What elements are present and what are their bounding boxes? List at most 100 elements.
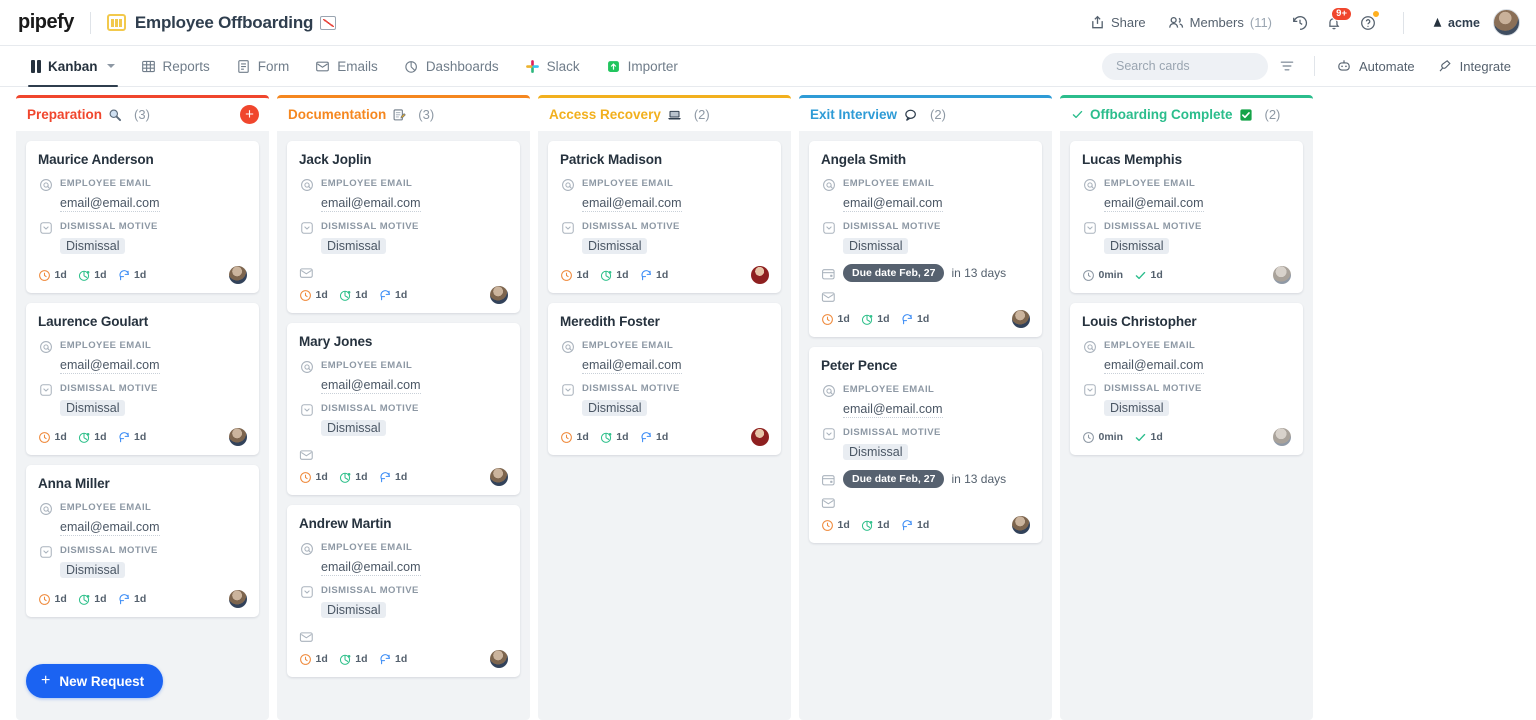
employee-email-value[interactable]: email@email.com [582,196,682,212]
card-metric-value: 1d [395,471,408,483]
dismissal-motive-value[interactable]: Dismissal [60,238,126,254]
card-email-icon[interactable] [299,629,314,644]
column-title[interactable]: Preparation (3) [27,107,150,122]
card-metric: 1d [299,289,328,302]
kanban-card[interactable]: Mary Jones EMPLOYEE EMAIL email@email.co… [287,323,520,495]
kanban-card[interactable]: Maurice Anderson EMPLOYEE EMAIL email@em… [26,141,259,293]
employee-email-value[interactable]: email@email.com [60,520,160,536]
dismissal-motive-value[interactable]: Dismissal [843,238,909,254]
card-assignee-avatar[interactable] [1012,310,1030,328]
card-assignee-avatar[interactable] [1012,516,1030,534]
card-email-icon[interactable] [299,447,314,462]
kanban-card[interactable]: Jack Joplin EMPLOYEE EMAIL email@email.c… [287,141,520,313]
tab-slack[interactable]: Slack [512,46,593,86]
card-assignee-avatar[interactable] [229,266,247,284]
tab-emails[interactable]: Emails [302,46,391,86]
kanban-card[interactable]: Andrew Martin EMPLOYEE EMAIL email@email… [287,505,520,677]
speech-balloon-icon [905,109,916,121]
card-assignee-avatar[interactable] [1273,266,1291,284]
calendar-icon-wrap [821,472,836,487]
kanban-card[interactable]: Louis Christopher EMPLOYEE EMAIL email@e… [1070,303,1303,455]
dropdown-field-icon [822,427,835,440]
employee-email-value[interactable]: email@email.com [321,378,421,394]
employee-email-value[interactable]: email@email.com [321,196,421,212]
due-date-pill: Due date Feb, 27 [843,470,945,488]
kanban-card[interactable]: Angela Smith EMPLOYEE EMAIL email@email.… [809,141,1042,337]
history-button[interactable] [1285,8,1315,38]
column-title[interactable]: Access Recovery (2) [549,107,710,122]
add-card-button[interactable]: + [240,105,259,124]
dismissal-motive-value[interactable]: Dismissal [843,444,909,460]
dismissal-motive-value[interactable]: Dismissal [582,238,648,254]
filter-button[interactable] [1272,51,1302,81]
employee-email-value[interactable]: email@email.com [1104,358,1204,374]
card-assignee-avatar[interactable] [490,468,508,486]
at-sign-icon [561,340,574,353]
chevron-down-icon[interactable] [106,64,115,68]
members-button[interactable]: Members (11) [1159,9,1281,36]
tab-dashboards-label: Dashboards [425,58,499,74]
employee-email-value[interactable]: email@email.com [321,560,421,576]
kanban-board-icon [106,14,126,31]
tab-form[interactable]: Form [223,46,303,86]
card-email-icon[interactable] [821,495,836,510]
employee-email-value[interactable]: email@email.com [60,196,160,212]
dismissal-motive-value[interactable]: Dismissal [1104,400,1170,416]
search-input[interactable] [1116,59,1278,73]
kanban-card[interactable]: Patrick Madison EMPLOYEE EMAIL email@ema… [548,141,781,293]
dismissal-motive-value[interactable]: Dismissal [582,400,648,416]
card-email-icon[interactable] [299,265,314,280]
kanban-card[interactable]: Meredith Foster EMPLOYEE EMAIL email@ema… [548,303,781,455]
magnifying-glass-icon [109,109,122,121]
notifications-button[interactable]: 9+ [1319,6,1353,38]
employee-email-value[interactable]: email@email.com [843,196,943,212]
card-metric: 1d [38,269,67,282]
card-assignee-avatar[interactable] [751,266,769,284]
card-assignee-avatar[interactable] [229,428,247,446]
kanban-card[interactable]: Lucas Memphis EMPLOYEE EMAIL email@email… [1070,141,1303,293]
dismissal-motive-value[interactable]: Dismissal [60,400,126,416]
employee-email-field: EMPLOYEE EMAIL [38,176,247,192]
new-request-button[interactable]: + New Request [26,664,164,698]
dismissal-motive-field: DISMISSAL MOTIVE [38,543,247,559]
card-assignee-avatar[interactable] [229,590,247,608]
integrate-button[interactable]: Integrate [1428,53,1520,79]
card-assignee-avatar[interactable] [1273,428,1291,446]
dismissal-motive-value[interactable]: Dismissal [321,602,387,618]
column-title[interactable]: Exit Interview (2) [810,107,946,122]
dismissal-motive-value[interactable]: Dismissal [321,238,387,254]
organization-menu[interactable]: acme [1432,16,1480,30]
kanban-card[interactable]: Laurence Goulart EMPLOYEE EMAIL email@em… [26,303,259,455]
card-email-icon[interactable] [821,289,836,304]
column-header: Offboarding Complete (2) [1060,95,1313,131]
column-title[interactable]: Offboarding Complete (2) [1071,107,1280,122]
pipefy-logo[interactable]: pipefy [18,11,74,34]
card-assignee-avatar[interactable] [751,428,769,446]
card-assignee-avatar[interactable] [490,286,508,304]
help-button[interactable] [1353,8,1383,38]
tab-importer[interactable]: Importer [593,46,691,86]
pie-clock-icon [78,432,90,443]
dropdown-icon-wrap [1082,382,1097,397]
automate-button[interactable]: Automate [1327,53,1424,79]
tab-dashboards[interactable]: Dashboards [391,46,512,86]
avatar[interactable] [1493,9,1520,36]
dismissal-motive-field: DISMISSAL MOTIVE [821,219,1030,235]
card-title: Lucas Memphis [1082,152,1182,167]
share-button[interactable]: Share [1081,9,1155,36]
search-cards[interactable] [1102,52,1278,80]
page-title[interactable]: Employee Offboarding [135,13,337,33]
employee-email-value[interactable]: email@email.com [1104,196,1204,212]
employee-email-value[interactable]: email@email.com [60,358,160,374]
card-assignee-avatar[interactable] [490,650,508,668]
tab-kanban[interactable]: Kanban [18,46,128,87]
employee-email-value[interactable]: email@email.com [582,358,682,374]
employee-email-value[interactable]: email@email.com [843,402,943,418]
kanban-card[interactable]: Peter Pence EMPLOYEE EMAIL email@email.c… [809,347,1042,543]
kanban-card[interactable]: Anna Miller EMPLOYEE EMAIL email@email.c… [26,465,259,617]
dismissal-motive-value[interactable]: Dismissal [60,562,126,578]
dismissal-motive-value[interactable]: Dismissal [321,420,387,436]
dismissal-motive-value[interactable]: Dismissal [1104,238,1170,254]
column-title[interactable]: Documentation (3) [288,107,434,122]
tab-reports[interactable]: Reports [128,46,223,86]
